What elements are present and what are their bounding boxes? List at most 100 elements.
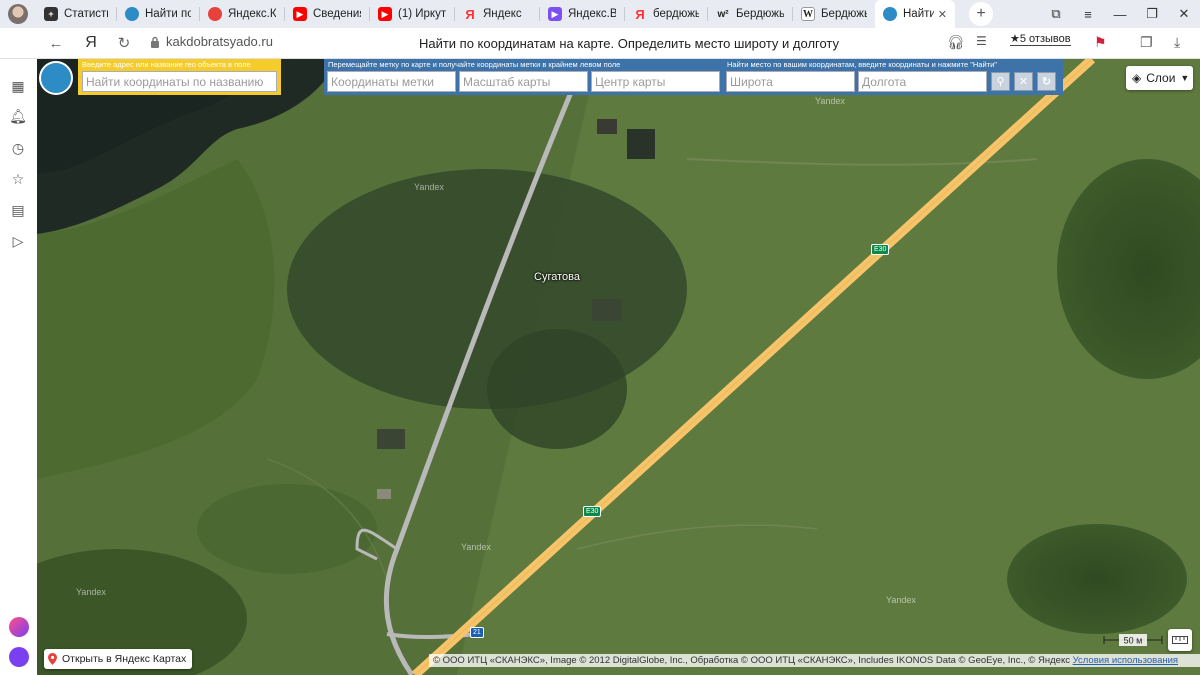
browser-tab-bar: + Статистика Найти по Яндекс.Ко ▶ Сведен… (0, 0, 1200, 28)
grid-icon[interactable]: ▦ (9, 77, 27, 95)
map-scale-field[interactable] (459, 71, 588, 92)
map-copyright: © ООО ИТЦ «СКАНЭКС», Image © 2012 Digita… (429, 654, 1200, 667)
road-shield-21: 21 (470, 627, 484, 638)
restore-icon[interactable]: ❐ (1136, 0, 1168, 28)
chevron-down-icon: ▼ (1180, 73, 1190, 83)
tab-yandex-video[interactable]: ▶ Яндекс.Ви (540, 0, 624, 28)
tab-yandex[interactable]: Я Яндекс (455, 0, 539, 28)
reviews-link[interactable]: ★5 отзывов (1010, 32, 1071, 46)
site-logo-icon (883, 7, 897, 21)
tab-label: Яндекс.Ви (568, 8, 616, 20)
wikipedia-icon: W (801, 7, 815, 21)
tab-label: Найти по (145, 8, 191, 20)
tab-strip: + Статистика Найти по Яндекс.Ко ▶ Сведен… (36, 0, 955, 28)
name-search-panel: Введите адрес или название гео объекта в… (78, 59, 281, 95)
tab-label: Яндекс.Ко (228, 8, 276, 20)
latitude-field[interactable] (726, 71, 855, 92)
map-center-field[interactable] (591, 71, 720, 92)
download-icon[interactable]: ⤓ (1174, 34, 1180, 51)
tab-label: бердюжье (653, 8, 699, 20)
scale-bar: 50 м (1103, 634, 1163, 646)
site-logo-icon (125, 7, 139, 21)
tab-label: Бердюжье (736, 8, 784, 20)
open-in-maps-label: Открыть в Яндекс Картах (62, 653, 187, 665)
ruler-icon (1172, 636, 1188, 644)
minimize-icon[interactable]: — (1104, 0, 1136, 28)
address-bar: ← Я ↻ kakdobratsyado.ru Найти по координ… (0, 28, 1200, 59)
search-button[interactable]: ⚲ (991, 72, 1010, 91)
satellite-map[interactable]: Введите адрес или название гео объекта в… (37, 59, 1200, 675)
marker-coords-field[interactable] (327, 71, 456, 92)
yandex-collections-icon (208, 7, 222, 21)
watermark: Yandex (886, 595, 916, 605)
layers-label: Слои (1146, 71, 1176, 85)
play-icon[interactable]: ▷ (9, 232, 27, 250)
tab-berdyuzhye-search[interactable]: Я бердюжье (625, 0, 707, 28)
plus-square-icon: + (44, 7, 58, 21)
marker-coords-caption: Перемещайте метку по карте и получайте к… (328, 60, 621, 69)
yandex-icon: Я (635, 6, 645, 22)
bell-icon[interactable]: 🔔︎ (9, 107, 27, 125)
map-pin-icon (48, 653, 57, 665)
place-label: Сугатова (534, 271, 580, 283)
w-squared-icon: w² (717, 8, 729, 20)
tab-label: Статистика (64, 8, 108, 20)
menu-icon[interactable]: ≡ (1072, 0, 1104, 28)
window-controls: ⧉ ≡ — ❐ ✕ (1040, 0, 1200, 28)
youtube-icon: ▶ (293, 7, 307, 21)
watermark: Yandex (815, 96, 845, 106)
longitude-field[interactable] (858, 71, 987, 92)
history-icon[interactable]: ◷ (9, 139, 27, 157)
tab-label: Яндекс (483, 8, 522, 20)
ruler-button[interactable] (1168, 629, 1192, 651)
bookmark-icon[interactable]: ⚑ (1094, 34, 1107, 51)
close-window-icon[interactable]: ✕ (1168, 0, 1200, 28)
copyright-text: © ООО ИТЦ «СКАНЭКС», Image © 2012 Digita… (433, 655, 1070, 666)
tab-statistics[interactable]: + Статистика (36, 0, 116, 28)
headphones-icon[interactable]: 🎧︎ (947, 34, 965, 51)
clear-button[interactable]: ✕ (1014, 72, 1033, 91)
scale-label: 50 м (1124, 636, 1143, 646)
tab-berdyuzhye-w2[interactable]: w² Бердюжье (708, 0, 792, 28)
tab-label: (1) Иркут (398, 8, 446, 20)
satellite-imagery (37, 59, 1200, 675)
find-by-coords-caption: Найти место по вашим координатам, введит… (727, 60, 997, 69)
tab-find-coords[interactable]: Найти по (117, 0, 199, 28)
tab-youtube-irkutsk[interactable]: ▶ (1) Иркут (370, 0, 454, 28)
reader-mode-icon[interactable]: ☰ (976, 34, 987, 48)
avatar (8, 4, 28, 24)
refresh-button[interactable]: ↻ (1037, 72, 1056, 91)
youtube-icon: ▶ (378, 7, 392, 21)
tab-label: Сведения (313, 8, 361, 20)
star-icon[interactable]: ☆ (9, 170, 27, 188)
tab-yandex-collections[interactable]: Яндекс.Ко (200, 0, 284, 28)
profile-button[interactable] (0, 0, 36, 28)
open-in-yandex-maps-button[interactable]: Открыть в Яндекс Картах (44, 649, 193, 669)
yandex-video-icon: ▶ (548, 7, 562, 21)
tab-label: Найти п (903, 8, 934, 20)
marker-coords-panel: Перемещайте метку по карте и получайте к… (324, 59, 723, 95)
alice-icon[interactable] (9, 647, 29, 667)
watermark: Yandex (461, 542, 491, 552)
notes-icon[interactable]: ▤ (9, 201, 27, 219)
tab-label: Бердюжье (821, 8, 867, 20)
close-tab-icon[interactable]: ✕ (938, 8, 947, 21)
watermark: Yandex (76, 587, 106, 597)
tab-youtube-svedeniya[interactable]: ▶ Сведения (285, 0, 369, 28)
messenger-icon[interactable] (9, 617, 29, 637)
tab-find-coords-active[interactable]: Найти п ✕ (875, 0, 955, 28)
watermark: Yandex (414, 182, 444, 192)
site-logo-icon[interactable] (39, 61, 73, 95)
layers-button[interactable]: ◈ Слои ▼ (1126, 66, 1193, 90)
name-search-input[interactable] (82, 71, 277, 92)
new-tab-button[interactable]: + (969, 2, 993, 26)
tab-berdyuzhye-wiki[interactable]: W Бердюжье (793, 0, 875, 28)
road-shield-e30: E30 (871, 244, 890, 255)
layers-icon: ◈ (1132, 71, 1142, 85)
yandex-icon: Я (465, 6, 475, 22)
tabs-overview-icon[interactable]: ⧉ (1040, 0, 1072, 28)
name-search-caption: Введите адрес или название гео объекта в… (82, 60, 251, 69)
terms-link[interactable]: Условия использования (1073, 655, 1178, 666)
collections-icon[interactable]: ❐ (1140, 34, 1153, 51)
road-shield-e30-lower: E30 (583, 506, 602, 517)
